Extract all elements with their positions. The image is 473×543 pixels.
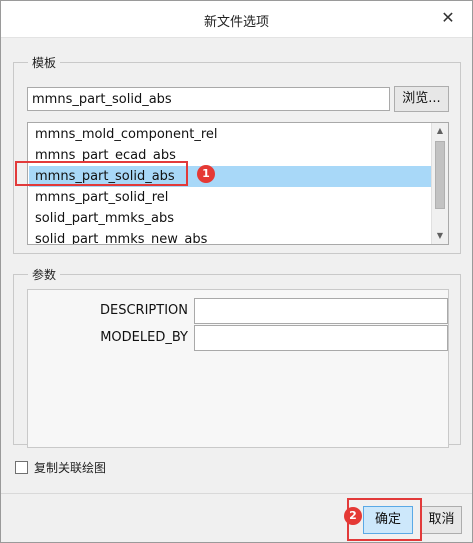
list-item[interactable]: mmns_mold_component_rel	[29, 124, 432, 145]
list-scrollbar[interactable]: ▲ ▼	[431, 123, 448, 244]
description-field[interactable]	[194, 298, 448, 324]
cancel-button[interactable]: 取消	[421, 506, 462, 534]
scroll-down-icon[interactable]: ▼	[432, 228, 448, 244]
step1-highlight	[15, 161, 188, 186]
new-file-options-dialog: 新文件选项 ✕ 模板 浏览... mmns_mold_component_rel…	[0, 0, 473, 543]
parameters-group: 参数 DESCRIPTION MODELED_BY	[13, 266, 461, 448]
parameter-name: DESCRIPTION	[100, 303, 188, 318]
copy-drawing-checkbox[interactable]	[15, 461, 28, 474]
copy-drawing-label: 复制关联绘图	[34, 461, 107, 475]
parameters-group-label: 参数	[28, 266, 61, 283]
footer-divider	[1, 493, 472, 494]
step2-badge: 2	[344, 507, 362, 525]
parameters-table: DESCRIPTION MODELED_BY	[27, 289, 449, 448]
list-item[interactable]: solid_part_mmks_new_abs	[29, 229, 432, 244]
step1-badge: 1	[197, 165, 215, 183]
title-bar: 新文件选项 ✕	[1, 1, 472, 38]
template-group: 模板 浏览... mmns_mold_component_rel mmns_pa…	[13, 54, 461, 254]
template-input[interactable]	[27, 87, 390, 111]
modeled-by-field[interactable]	[194, 325, 448, 351]
scroll-up-icon[interactable]: ▲	[432, 123, 448, 139]
template-group-label: 模板	[28, 54, 61, 71]
parameter-row: MODELED_BY	[28, 325, 448, 351]
browse-button[interactable]: 浏览...	[394, 86, 449, 112]
dialog-title: 新文件选项	[203, 15, 269, 30]
parameter-row: DESCRIPTION	[28, 298, 448, 324]
close-icon[interactable]: ✕	[440, 10, 456, 26]
list-item[interactable]: mmns_part_solid_rel	[29, 187, 432, 208]
list-item[interactable]: solid_part_mmks_abs	[29, 208, 432, 229]
scroll-thumb[interactable]	[435, 141, 445, 209]
parameter-name: MODELED_BY	[100, 330, 188, 345]
